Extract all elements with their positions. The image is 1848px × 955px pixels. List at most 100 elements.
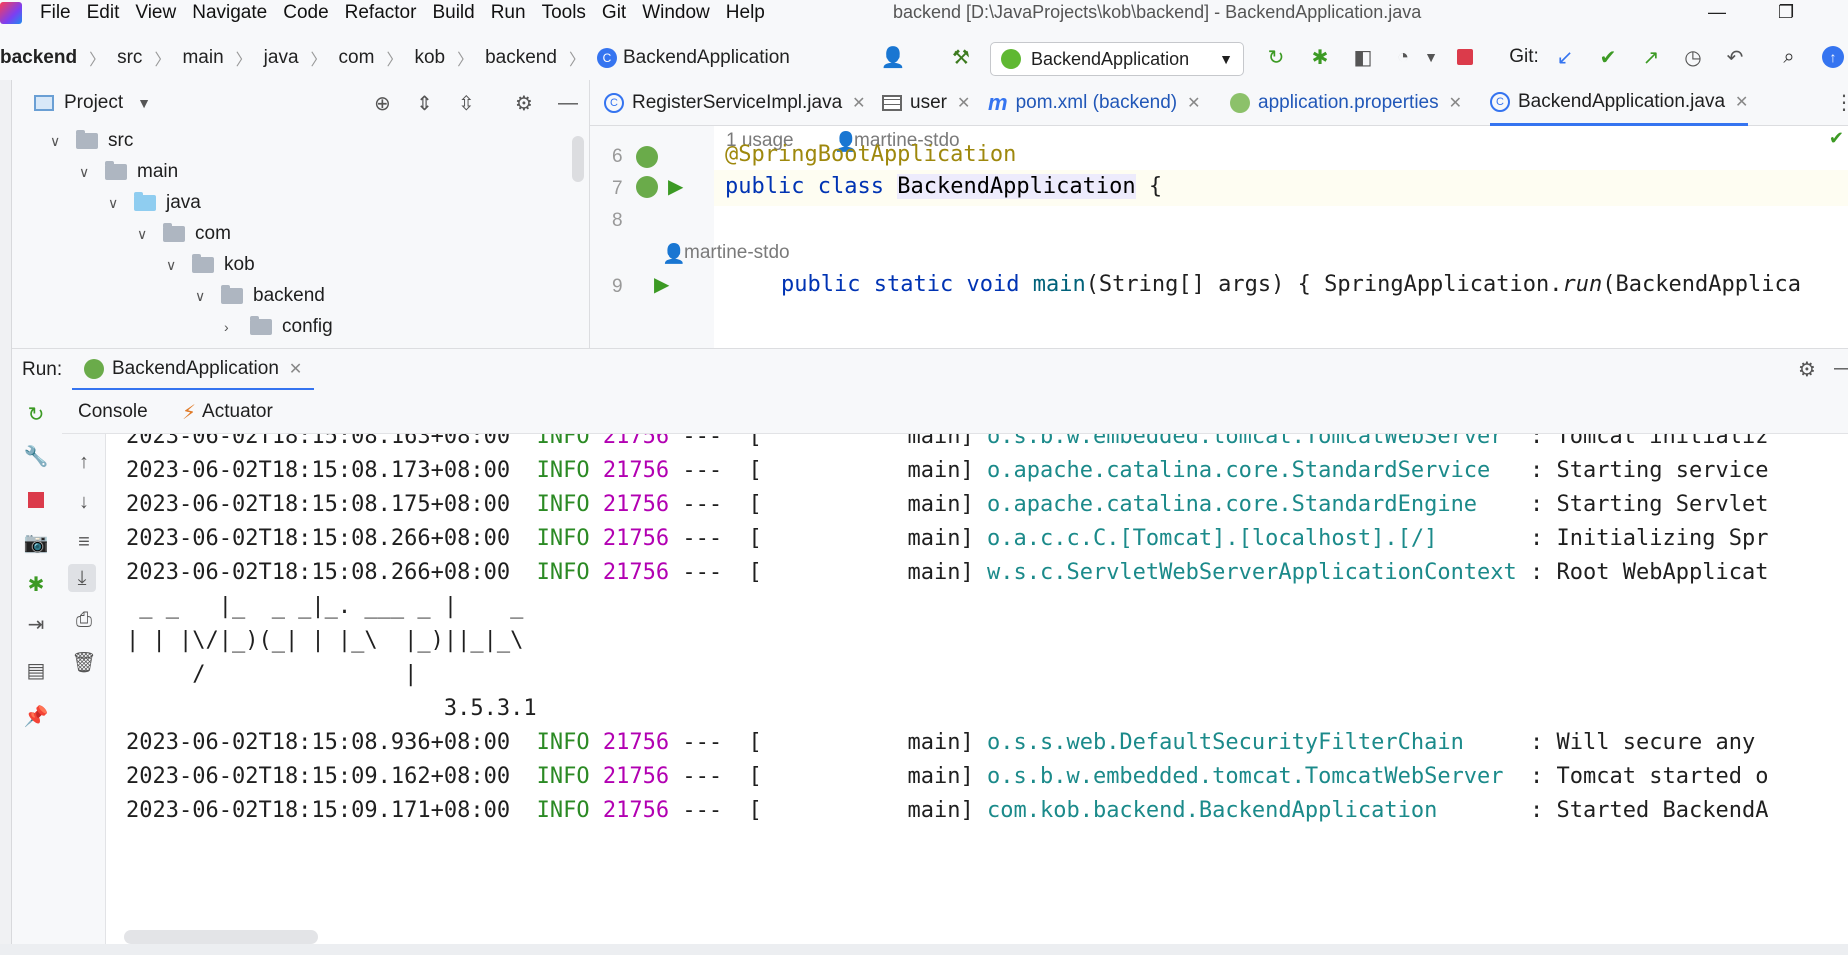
scroll-to-end-icon[interactable]: ⤓	[68, 564, 96, 592]
run-toolwindow-header: Run: BackendApplication ✕ ⚙ —	[12, 348, 1848, 391]
update-icon[interactable]: ↑	[1820, 44, 1846, 70]
user-icon[interactable]: 👤	[880, 44, 906, 70]
menu-window[interactable]: Window	[642, 2, 710, 24]
menu-refactor[interactable]: Refactor	[345, 2, 417, 24]
print-icon[interactable]: ⎙	[70, 606, 98, 634]
menu-run[interactable]: Run	[491, 2, 526, 24]
tree-item-java[interactable]: ∨ java	[108, 188, 201, 218]
gear-icon[interactable]: ⚙	[1798, 357, 1816, 382]
minimize-button[interactable]: —	[1708, 2, 1726, 23]
trash-icon[interactable]: 🗑	[70, 648, 98, 676]
git-update-icon[interactable]: ↙	[1552, 44, 1578, 70]
history-icon[interactable]: ◷	[1680, 44, 1706, 70]
locate-icon[interactable]: ⊕	[374, 91, 391, 116]
close-icon[interactable]: ✕	[289, 359, 302, 379]
run-tab-backendapplication[interactable]: BackendApplication ✕	[72, 349, 315, 391]
arrow-up-icon[interactable]: ↑	[70, 448, 98, 476]
collapse-all-icon[interactable]: ⇳	[458, 91, 475, 116]
hide-panel-icon[interactable]: —	[1834, 357, 1848, 380]
log-level: INFO	[536, 492, 590, 517]
coverage-icon[interactable]: ◧	[1350, 44, 1376, 70]
console-horizontal-scrollbar[interactable]	[124, 930, 318, 944]
rerun-icon[interactable]: ↻	[1263, 44, 1289, 70]
folder-icon	[76, 130, 98, 149]
tree-item-main[interactable]: ∨ main	[79, 157, 178, 187]
run-gutter-icon[interactable]: ▶	[654, 272, 669, 297]
breadcrumb-java[interactable]: java	[264, 47, 299, 69]
git-commit-icon[interactable]: ✔	[1595, 44, 1621, 70]
breadcrumb-class[interactable]: BackendApplication	[623, 47, 790, 69]
search-icon[interactable]: ⌕	[1776, 44, 1802, 70]
camera-icon[interactable]: 📷	[22, 528, 50, 556]
debug-icon[interactable]: ✱	[22, 570, 50, 598]
close-icon[interactable]: ✕	[1187, 93, 1200, 113]
spring-bean-icon[interactable]	[636, 146, 658, 168]
code-editor[interactable]: 1 usage 👤 martine-stdo 6 @SpringBootAppl…	[590, 126, 1848, 348]
profile-icon[interactable]: ◔	[1390, 44, 1416, 70]
breadcrumb-src[interactable]: src	[117, 47, 142, 69]
more-run-chevron-icon[interactable]: ▼	[1418, 44, 1444, 70]
tab-user[interactable]: user ✕	[882, 80, 970, 126]
keyword: class	[817, 174, 884, 199]
build-hammer-icon[interactable]: ⚒	[948, 44, 974, 70]
menu-file[interactable]: File	[40, 2, 71, 24]
close-icon[interactable]: ✕	[852, 93, 865, 113]
tree-item-config[interactable]: › config	[224, 312, 333, 342]
exit-icon[interactable]: ⇥	[22, 610, 50, 638]
breadcrumb-com[interactable]: com	[339, 47, 375, 69]
tree-item-kob[interactable]: ∨ kob	[166, 250, 255, 280]
menu-edit[interactable]: Edit	[87, 2, 120, 24]
tab-registerserviceimpl[interactable]: C RegisterServiceImpl.java ✕	[604, 80, 866, 126]
console-output[interactable]: 2023-06-02T18:15:08.163+08:00 INFO 21756…	[106, 434, 1848, 944]
tab-actuator[interactable]: ⚡ Actuator	[182, 390, 273, 434]
stop-button[interactable]	[1452, 44, 1478, 70]
tab-backendapplication[interactable]: C BackendApplication.java ✕	[1490, 80, 1749, 126]
tab-label: Console	[78, 401, 148, 422]
rerun-icon[interactable]: ↻	[22, 400, 50, 428]
project-title[interactable]: Project	[64, 92, 123, 114]
layout-icon[interactable]: ▤	[22, 656, 50, 684]
run-gutter-icon[interactable]: ▶	[668, 174, 683, 199]
package-icon	[221, 285, 243, 304]
author-hint[interactable]: martine-stdo	[684, 242, 790, 264]
rollback-icon[interactable]: ↶	[1722, 44, 1748, 70]
tree-item-com[interactable]: ∨ com	[137, 219, 231, 249]
close-icon[interactable]: ✕	[1449, 93, 1462, 113]
menu-navigate[interactable]: Navigate	[192, 2, 267, 24]
inspection-ok-icon[interactable]: ✔	[1829, 128, 1844, 149]
git-push-icon[interactable]: ↗	[1638, 44, 1664, 70]
close-icon[interactable]: ✕	[957, 93, 970, 113]
menu-view[interactable]: View	[135, 2, 176, 24]
tree-item-src[interactable]: ∨ src	[50, 126, 133, 156]
menu-code[interactable]: Code	[283, 2, 328, 24]
pin-icon[interactable]: 📌	[22, 702, 50, 730]
breadcrumb-main[interactable]: main	[182, 47, 223, 69]
breadcrumb-backend[interactable]: backend	[0, 47, 77, 69]
tab-console[interactable]: Console	[68, 390, 158, 434]
hide-panel-icon[interactable]: —	[558, 92, 578, 115]
tab-pom[interactable]: m pom.xml (backend) ✕	[988, 80, 1201, 126]
restore-button[interactable]: ❐	[1778, 2, 1794, 23]
menu-git[interactable]: Git	[602, 2, 626, 24]
tab-application-properties[interactable]: application.properties ✕	[1230, 80, 1462, 126]
menu-tools[interactable]: Tools	[542, 2, 586, 24]
wrench-icon[interactable]: 🔧	[22, 442, 50, 470]
arrow-down-icon[interactable]: ↓	[70, 488, 98, 516]
expand-all-icon[interactable]: ⇕	[416, 91, 433, 116]
tree-item-backend[interactable]: ∨ backend	[195, 281, 325, 311]
run-config-selector[interactable]: BackendApplication ▼	[990, 42, 1244, 76]
package-icon	[163, 223, 185, 242]
more-tabs-icon[interactable]: ⋮	[1834, 90, 1848, 115]
breadcrumb-backend-pkg[interactable]: backend	[485, 47, 557, 69]
close-icon[interactable]: ✕	[1735, 92, 1748, 112]
menu-build[interactable]: Build	[432, 2, 474, 24]
debug-icon[interactable]: ✱	[1307, 44, 1333, 70]
stop-button[interactable]	[22, 486, 50, 514]
gear-icon[interactable]: ⚙	[515, 91, 533, 116]
soft-wrap-icon[interactable]: ≡	[70, 528, 98, 556]
menu-help[interactable]: Help	[726, 2, 765, 24]
tree-scrollbar[interactable]	[572, 136, 584, 182]
spring-boot-icon[interactable]	[636, 176, 658, 198]
breadcrumb-kob[interactable]: kob	[414, 47, 445, 69]
chevron-down-icon[interactable]: ▼	[137, 95, 151, 111]
